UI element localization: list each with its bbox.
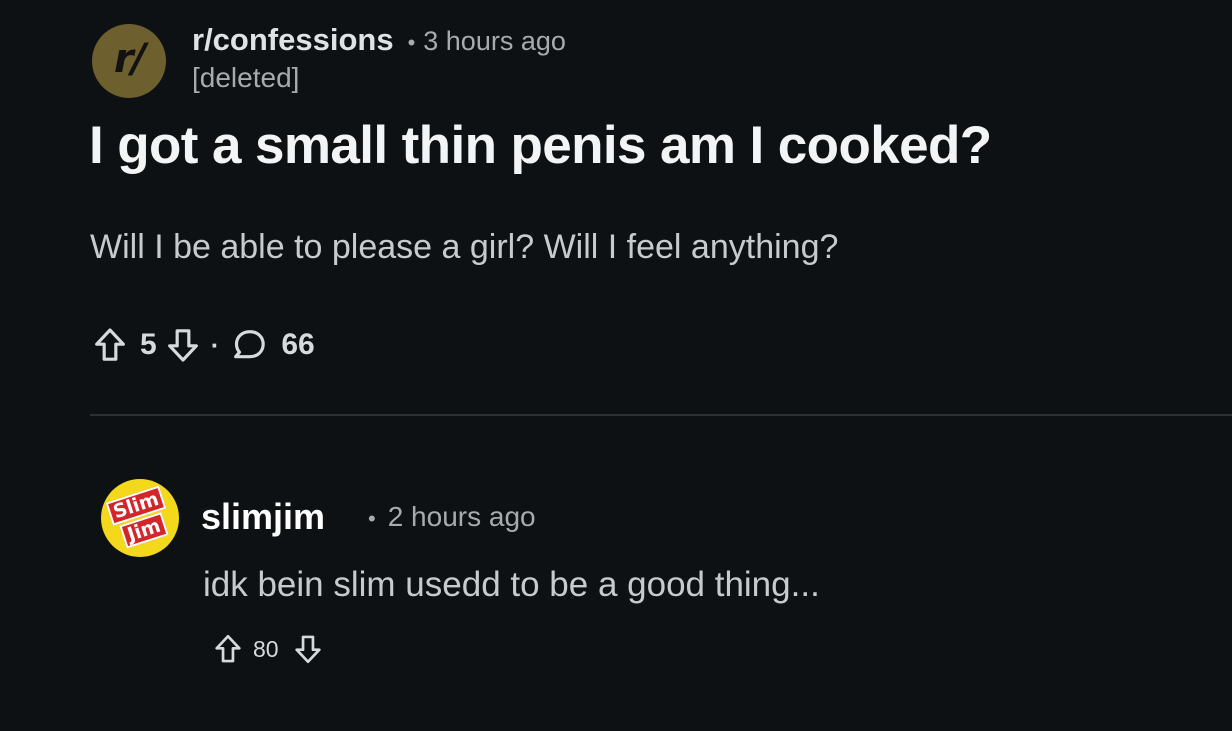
arrow-up-outline-icon <box>215 634 241 663</box>
post-action-bar: 5 · 66 <box>90 323 315 367</box>
post-author: [deleted] <box>192 62 300 93</box>
section-divider <box>90 414 1232 416</box>
comments-button[interactable] <box>229 325 269 365</box>
comment-timestamp: 2 hours ago <box>387 501 536 532</box>
post-page: r/ r/confessions • 3 hours ago [deleted]… <box>0 0 1232 731</box>
post-timestamp: 3 hours ago <box>423 26 566 56</box>
comment-action-bar: 80 <box>211 630 325 668</box>
arrow-up-outline-icon <box>95 328 125 361</box>
comment-vote-count: 80 <box>253 635 279 662</box>
arrow-down-outline-icon <box>294 635 321 664</box>
upvote-button[interactable] <box>90 325 130 365</box>
comment-count: 66 <box>281 328 315 361</box>
subreddit-avatar-label: r/ <box>113 36 146 82</box>
subreddit-link[interactable]: r/confessions <box>192 22 394 58</box>
post-vote-count: 5 <box>140 328 157 361</box>
comment-downvote-button[interactable] <box>291 632 325 666</box>
arrow-down-outline-icon <box>167 329 198 362</box>
meta-separator: • <box>407 30 416 55</box>
speech-bubble-icon <box>234 330 266 359</box>
downvote-button[interactable] <box>163 325 203 365</box>
post-title: I got a small thin penis am I cooked? <box>89 116 992 175</box>
post-meta: r/confessions • 3 hours ago <box>192 22 566 58</box>
commenter-avatar[interactable]: Slim Jim <box>101 479 179 557</box>
slim-jim-logo: Slim Jim <box>105 485 176 550</box>
comment-upvote-button[interactable] <box>211 632 245 666</box>
comment-meta-separator: • <box>368 506 376 531</box>
action-separator: · <box>210 329 220 360</box>
comment-username[interactable]: slimjim <box>201 496 325 538</box>
post-body: Will I be able to please a girl? Will I … <box>90 228 839 266</box>
comment-body: idk bein slim usedd to be a good thing..… <box>203 565 820 604</box>
subreddit-avatar[interactable]: r/ <box>92 24 166 98</box>
comment-meta: • 2 hours ago <box>368 501 536 533</box>
